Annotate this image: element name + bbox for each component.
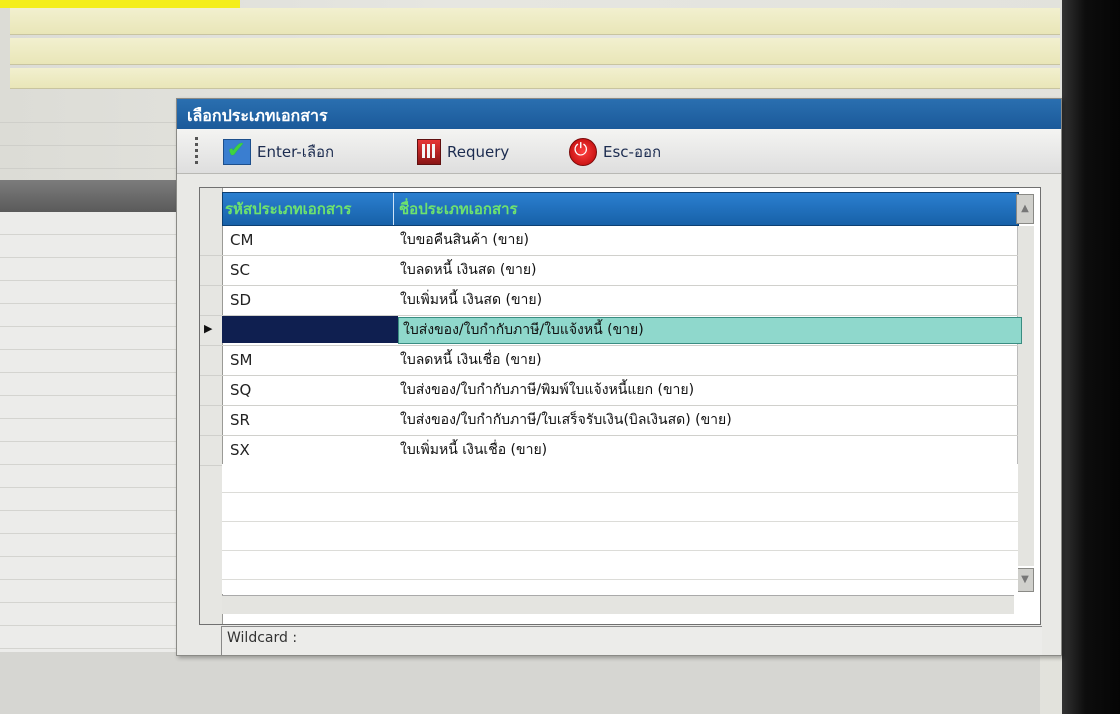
cell-code: SC — [230, 261, 250, 279]
esc-exit-label: Esc-ออก — [603, 143, 662, 161]
background-header-bar — [0, 180, 190, 212]
cell-name: ใบเพิ่มหนี้ เงินสด (ขาย) — [400, 292, 543, 308]
cell-name: ใบส่งของ/ใบกำกับภาษี/ใบเสร็จรับเงิน(บิลเ… — [400, 412, 732, 428]
row-indicator — [200, 226, 222, 255]
grid-header: รหัสประเภทเอกสาร ชื่อประเภทเอกสาร — [222, 192, 1019, 226]
row-indicator — [200, 256, 222, 285]
cell-code: SM — [230, 351, 253, 369]
scroll-up-button[interactable]: ▲ — [1016, 194, 1034, 224]
current-row-arrow-icon — [200, 316, 222, 345]
table-row[interactable]: SM ใบลดหนี้ เงินเชื่อ (ขาย) — [200, 346, 1018, 376]
enter-select-label: Enter-เลือก — [257, 143, 335, 161]
background-footer — [0, 652, 1040, 714]
horizontal-scrollbar[interactable] — [222, 595, 1014, 614]
esc-exit-button[interactable]: Esc-ออก — [569, 138, 662, 166]
row-indicator — [200, 406, 222, 435]
row-indicator — [200, 286, 222, 315]
yellow-highlight — [0, 0, 240, 8]
table-row[interactable]: SQ ใบส่งของ/ใบกำกับภาษี/พิมพ์ใบแจ้งหนี้แ… — [200, 376, 1018, 406]
cell-name: ใบเพิ่มหนี้ เงินเชื่อ (ขาย) — [400, 442, 548, 458]
requery-icon — [417, 139, 441, 165]
cell-name: ใบขอคืนสินค้า (ขาย) — [400, 232, 529, 248]
document-type-grid[interactable]: รหัสประเภทเอกสาร ชื่อประเภทเอกสาร ▲ ▼ CM… — [199, 187, 1041, 625]
table-row[interactable]: CM ใบขอคืนสินค้า (ขาย) — [200, 226, 1018, 256]
cell-code: SX — [230, 441, 250, 459]
scroll-down-button[interactable]: ▼ — [1016, 568, 1034, 592]
enter-select-button[interactable]: Enter-เลือก — [223, 138, 335, 165]
background-input-strip — [10, 8, 1060, 35]
power-icon — [569, 138, 597, 166]
cell-code: SQ — [230, 381, 252, 399]
dialog-title: เลือกประเภทเอกสาร — [187, 106, 328, 125]
table-row[interactable]: SC ใบลดหนี้ เงินสด (ขาย) — [200, 256, 1018, 286]
table-row[interactable]: SX ใบเพิ่มหนี้ เงินเชื่อ (ขาย) — [200, 436, 1018, 466]
cell-name: ใบลดหนี้ เงินเชื่อ (ขาย) — [400, 352, 542, 368]
cell-name: ใบลดหนี้ เงินสด (ขาย) — [400, 262, 537, 278]
row-indicator — [200, 376, 222, 405]
cell-name: ใบส่งของ/ใบกำกับภาษี/ใบแจ้งหนี้ (ขาย) — [398, 317, 1022, 344]
wildcard-label: Wildcard : — [227, 630, 298, 646]
cell-code: SR — [230, 411, 250, 429]
dialog-toolbar: Enter-เลือก Requery Esc-ออก — [177, 129, 1061, 174]
table-row-selected[interactable]: ใบส่งของ/ใบกำกับภาษี/ใบแจ้งหนี้ (ขาย) — [200, 316, 1022, 346]
check-icon — [223, 138, 251, 165]
dialog-titlebar: เลือกประเภทเอกสาร — [177, 99, 1061, 129]
cell-code: CM — [230, 231, 254, 249]
cell-code: SD — [230, 291, 252, 309]
row-indicator — [200, 436, 222, 465]
cell-code — [222, 316, 398, 343]
vertical-scrollbar[interactable] — [1017, 226, 1034, 566]
requery-button[interactable]: Requery — [417, 139, 509, 165]
column-header-code[interactable]: รหัสประเภทเอกสาร — [225, 193, 394, 225]
toolbar-grip[interactable] — [195, 137, 198, 165]
grid-rows: CM ใบขอคืนสินค้า (ขาย) SC ใบลดหนี้ เงินส… — [200, 226, 1022, 466]
row-indicator — [200, 346, 222, 375]
background-input-strip — [10, 68, 1060, 89]
background-grid — [0, 212, 190, 652]
table-row[interactable]: SR ใบส่งของ/ใบกำกับภาษี/ใบเสร็จรับเงิน(บ… — [200, 406, 1018, 436]
empty-grid-area — [222, 464, 1018, 594]
column-header-name[interactable]: ชื่อประเภทเอกสาร — [399, 193, 999, 225]
document-type-dialog: เลือกประเภทเอกสาร Enter-เลือก Requery Es… — [176, 98, 1062, 656]
cell-name: ใบส่งของ/ใบกำกับภาษี/พิมพ์ใบแจ้งหนี้แยก … — [400, 382, 695, 398]
wildcard-field[interactable] — [221, 626, 1042, 655]
requery-label: Requery — [447, 143, 510, 161]
background-input-strip — [10, 38, 1060, 65]
table-row[interactable]: SD ใบเพิ่มหนี้ เงินสด (ขาย) — [200, 286, 1018, 316]
monitor-bezel — [1062, 0, 1120, 714]
